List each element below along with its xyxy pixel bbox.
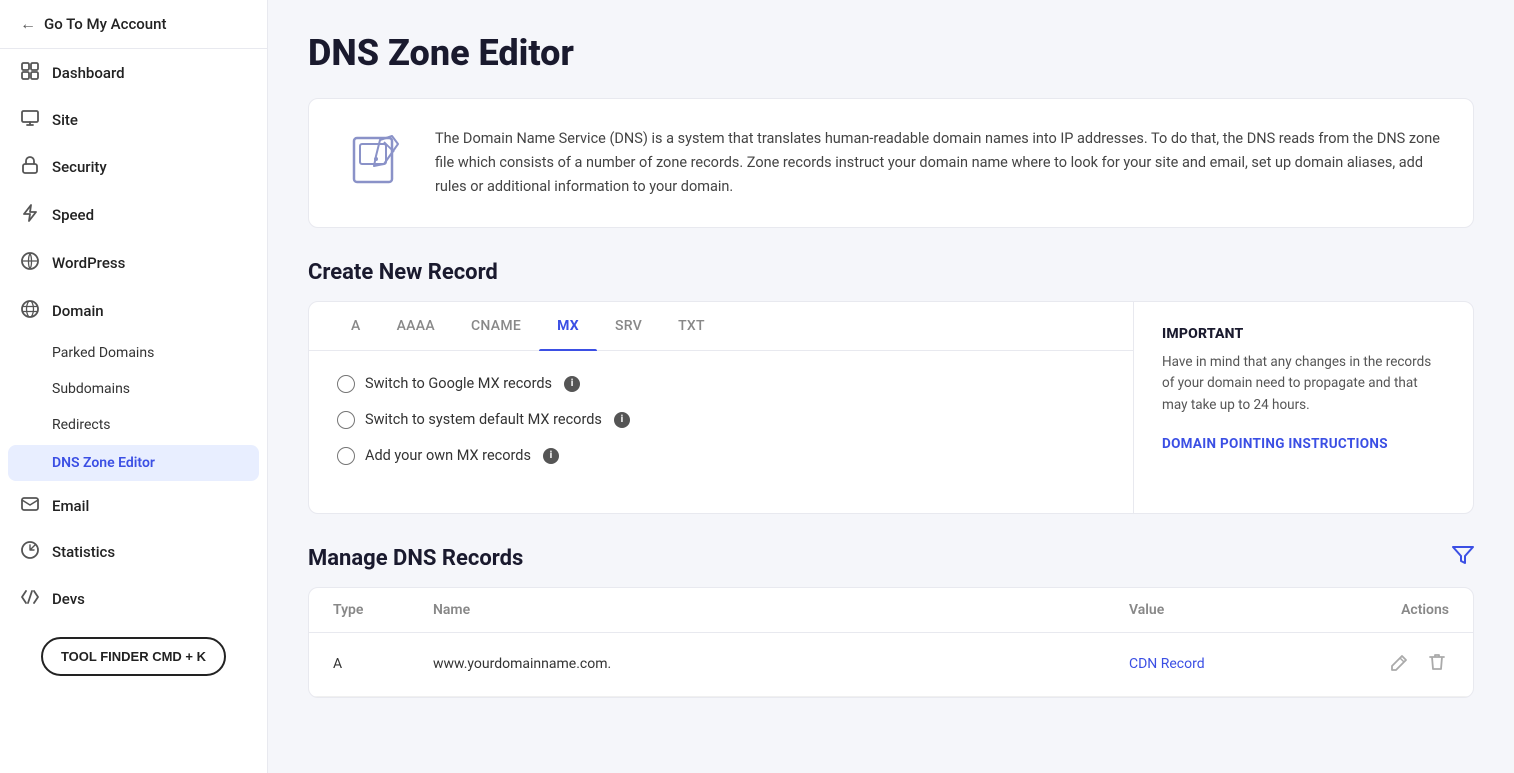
domain-label: Domain [52, 302, 104, 320]
sidebar-item-domain[interactable]: Domain [0, 287, 267, 335]
tab-aaaa[interactable]: AAAA [379, 302, 453, 350]
sidebar-sub-item-dns-zone-editor[interactable]: DNS Zone Editor [8, 445, 259, 481]
arrow-left-icon: ← [20, 14, 36, 34]
record-tabs: A AAAA CNAME MX SRV TXT [309, 302, 1133, 351]
dns-icon-svg [346, 132, 406, 192]
edit-button[interactable] [1387, 649, 1413, 680]
sidebar-item-devs[interactable]: Devs [0, 576, 267, 621]
info-text: The Domain Name Service (DNS) is a syste… [435, 127, 1441, 199]
security-label: Security [52, 158, 107, 176]
create-record-panel: A AAAA CNAME MX SRV TXT Switch to Google… [308, 301, 1474, 514]
monitor-icon [20, 110, 40, 130]
sidebar-item-wordpress[interactable]: WordPress [0, 239, 267, 287]
filter-icon[interactable] [1452, 546, 1474, 571]
go-to-account-label: Go To My Account [44, 15, 166, 33]
record-options: Switch to Google MX records i Switch to … [309, 351, 1133, 489]
devs-label: Devs [52, 590, 85, 608]
sidebar-item-statistics[interactable]: Statistics [0, 528, 267, 576]
row-type: A [333, 656, 433, 672]
globe-icon [20, 300, 40, 322]
go-to-account-button[interactable]: ← Go To My Account [0, 0, 267, 49]
radio-google-mx-label: Switch to Google MX records [365, 375, 552, 392]
grid-icon [20, 62, 40, 84]
radio-system-mx-label: Switch to system default MX records [365, 411, 602, 428]
row-name: www.yourdomainname.com. [433, 656, 1129, 672]
record-right: IMPORTANT Have in mind that any changes … [1133, 302, 1473, 513]
statistics-label: Statistics [52, 543, 115, 561]
info-circle-own: i [543, 448, 559, 464]
col-actions: Actions [1329, 602, 1449, 618]
lightning-icon [20, 204, 40, 226]
sidebar-sub-item-redirects[interactable]: Redirects [0, 407, 267, 443]
radio-own-mx[interactable]: Add your own MX records i [337, 447, 1105, 465]
sidebar-item-email[interactable]: Email [0, 483, 267, 528]
col-name: Name [433, 602, 1129, 618]
lock-icon [20, 156, 40, 178]
sidebar-item-speed[interactable]: Speed [0, 191, 267, 239]
tab-txt[interactable]: TXT [660, 302, 723, 350]
record-left: A AAAA CNAME MX SRV TXT Switch to Google… [309, 302, 1133, 513]
sidebar: ← Go To My Account Dashboard Site [0, 0, 268, 773]
dns-illustration [341, 127, 411, 197]
important-title: IMPORTANT [1162, 326, 1445, 342]
speed-label: Speed [52, 206, 94, 224]
radio-system-default-mx[interactable]: Switch to system default MX records i [337, 411, 1105, 429]
site-label: Site [52, 111, 78, 129]
dashboard-label: Dashboard [52, 64, 125, 82]
tab-cname[interactable]: CNAME [453, 302, 539, 350]
radio-system-mx-input[interactable] [337, 411, 355, 429]
sidebar-sub-item-parked-domains[interactable]: Parked Domains [0, 335, 267, 371]
chart-icon [20, 541, 40, 563]
devs-icon [20, 589, 40, 608]
main-content: DNS Zone Editor The Domain Name Service … [268, 0, 1514, 773]
delete-button[interactable] [1425, 649, 1449, 680]
wordpress-icon [20, 252, 40, 274]
radio-google-mx-input[interactable] [337, 375, 355, 393]
page-title: DNS Zone Editor [308, 32, 1474, 74]
wordpress-label: WordPress [52, 254, 125, 272]
row-actions [1329, 649, 1449, 680]
sidebar-item-security[interactable]: Security [0, 143, 267, 191]
manage-dns-header: Manage DNS Records [308, 546, 1474, 571]
row-value[interactable]: CDN Record [1129, 656, 1329, 672]
table-row: A www.yourdomainname.com. CDN Record [309, 633, 1473, 697]
manage-dns-title: Manage DNS Records [308, 546, 523, 571]
dns-table-header: Type Name Value Actions [309, 588, 1473, 633]
tool-finder-button[interactable]: TOOL FINDER CMD + K [41, 637, 226, 676]
create-record-title: Create New Record [308, 260, 1474, 285]
sidebar-item-dashboard[interactable]: Dashboard [0, 49, 267, 97]
tab-srv[interactable]: SRV [597, 302, 660, 350]
tab-mx[interactable]: MX [539, 302, 597, 350]
radio-google-mx[interactable]: Switch to Google MX records i [337, 375, 1105, 393]
sidebar-item-site[interactable]: Site [0, 97, 267, 143]
dns-table: Type Name Value Actions A www.yourdomain… [308, 587, 1474, 698]
info-box: The Domain Name Service (DNS) is a syste… [308, 98, 1474, 228]
col-type: Type [333, 602, 433, 618]
radio-own-mx-input[interactable] [337, 447, 355, 465]
email-label: Email [52, 497, 89, 515]
info-circle-google: i [564, 376, 580, 392]
sidebar-sub-item-subdomains[interactable]: Subdomains [0, 371, 267, 407]
email-icon [20, 496, 40, 515]
tab-a[interactable]: A [333, 302, 379, 350]
domain-pointing-link[interactable]: DOMAIN POINTING INSTRUCTIONS [1162, 436, 1388, 452]
radio-own-mx-label: Add your own MX records [365, 447, 531, 464]
info-circle-system: i [614, 412, 630, 428]
important-text: Have in mind that any changes in the rec… [1162, 352, 1445, 417]
col-value: Value [1129, 602, 1329, 618]
